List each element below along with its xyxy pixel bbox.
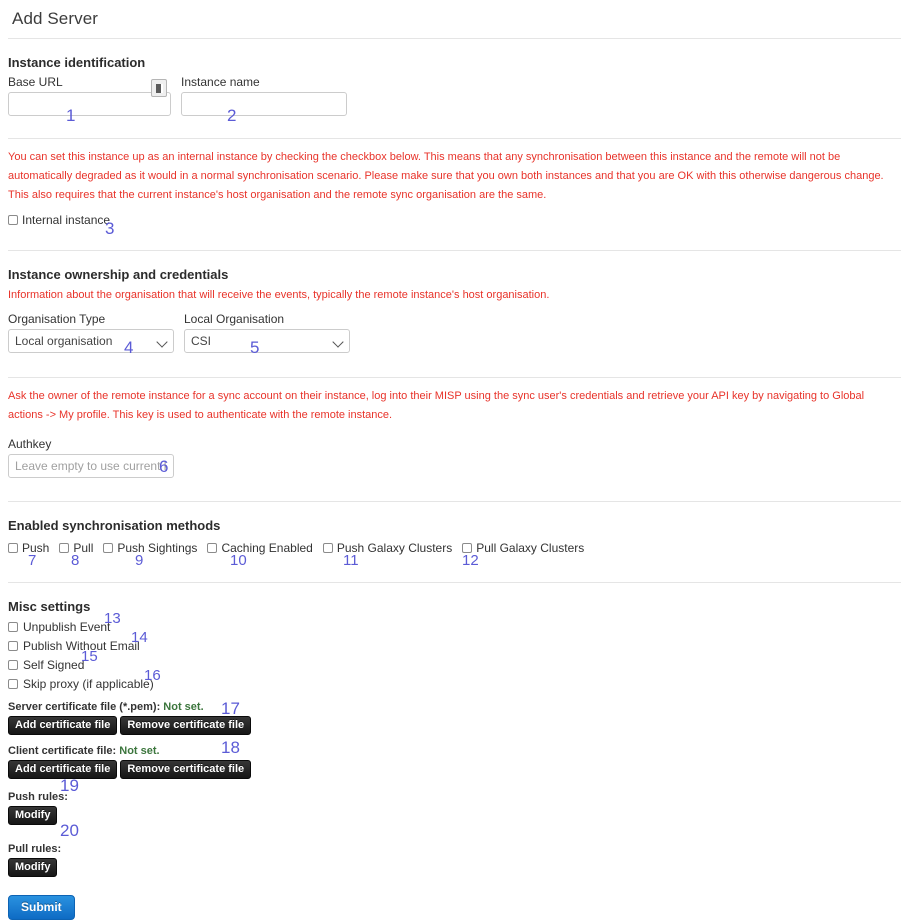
client-certificate-label: Client certificate file: [8, 745, 117, 757]
push-checkbox[interactable] [8, 543, 18, 553]
skip-proxy-checkbox[interactable] [8, 679, 18, 689]
submit-button[interactable]: Submit [8, 895, 75, 920]
remove-client-certificate-button[interactable]: Remove certificate file [120, 760, 252, 779]
org-type-select[interactable]: Local organisation [8, 329, 174, 353]
ownership-fields: Organisation Type Local organisation Loc… [8, 312, 901, 353]
sync-checkbox-item-pull-galaxy-clusters[interactable]: Pull Galaxy Clusters [462, 541, 584, 555]
sync-methods-row: Push Pull Push Sightings Caching Enabled… [8, 541, 901, 555]
divider-identification [8, 138, 901, 139]
server-certificate-buttons: Add certificate file Remove certificate … [8, 716, 901, 735]
pull-rules-buttons: Modify [8, 858, 901, 877]
client-certificate-status: Not set. [119, 745, 160, 757]
page-title: Add Server [12, 9, 99, 28]
authkey-label: Authkey [8, 437, 52, 451]
section-title-misc: Misc settings [8, 599, 91, 614]
internal-instance-note: You can set this instance up as an inter… [8, 151, 884, 201]
divider-title [8, 38, 901, 39]
server-certificate-label: Server certificate file (*.pem): [8, 701, 161, 713]
misc-checkbox-item-unpublish-event[interactable]: Unpublish Event [8, 620, 901, 634]
add-server-certificate-button[interactable]: Add certificate file [8, 716, 118, 735]
instance-name-input[interactable] [181, 92, 347, 116]
org-type-label: Organisation Type [8, 312, 106, 326]
instance-name-group: Instance name [181, 75, 347, 116]
publish-without-email-label: Publish Without Email [23, 639, 140, 653]
org-type-group: Organisation Type Local organisation [8, 312, 174, 353]
authkey-note: Ask the owner of the remote instance for… [8, 390, 865, 421]
sync-checkbox-item-push[interactable]: Push [8, 541, 49, 555]
pull-checkbox[interactable] [59, 543, 70, 553]
push-label: Push [22, 541, 50, 555]
misc-checkbox-item-self-signed[interactable]: Self Signed [8, 658, 901, 672]
add-client-certificate-button[interactable]: Add certificate file [8, 760, 118, 779]
caching-enabled-checkbox[interactable] [207, 543, 218, 553]
pull-label: Pull [73, 541, 94, 555]
publish-without-email-checkbox[interactable] [8, 641, 18, 651]
section-title-sync-methods: Enabled synchronisation methods [8, 518, 221, 533]
section-title-ownership: Instance ownership and credentials [8, 267, 229, 282]
push-rules-buttons: Modify [8, 806, 901, 825]
sync-checkbox-item-push-sightings[interactable]: Push Sightings [103, 541, 197, 555]
pull-galaxy-clusters-checkbox[interactable] [462, 543, 473, 553]
unpublish-event-label: Unpublish Event [23, 620, 111, 634]
internal-instance-checkbox-item[interactable]: Internal instance [8, 213, 110, 227]
pull-galaxy-clusters-label: Pull Galaxy Clusters [476, 541, 585, 555]
divider-ownership [8, 377, 901, 378]
local-org-group: Local Organisation CSI [184, 312, 350, 353]
client-certificate-buttons: Add certificate file Remove certificate … [8, 760, 901, 779]
divider-sync-methods [8, 582, 901, 583]
local-org-select[interactable]: CSI [184, 329, 350, 353]
password-manager-icon[interactable] [151, 79, 167, 97]
divider-internal [8, 250, 901, 251]
pull-rules-modify-button[interactable]: Modify [8, 858, 58, 877]
skip-proxy-label: Skip proxy (if applicable) [23, 677, 154, 691]
identification-fields: Base URL Instance name [8, 75, 901, 116]
push-rules-label: Push rules: [8, 791, 68, 803]
push-galaxy-clusters-checkbox[interactable] [322, 543, 333, 553]
add-server-page: Add Server Instance identification Base … [0, 8, 909, 920]
unpublish-event-checkbox[interactable] [8, 622, 18, 632]
server-certificate-status: Not set. [163, 701, 204, 713]
misc-checkbox-item-skip-proxy[interactable]: Skip proxy (if applicable) [8, 677, 901, 691]
sync-checkbox-item-pull[interactable]: Pull [59, 541, 93, 555]
client-certificate-status-line: Client certificate file: Not set. [8, 744, 901, 758]
push-rules-modify-button[interactable]: Modify [8, 806, 58, 825]
sync-checkbox-item-caching-enabled[interactable]: Caching Enabled [207, 541, 313, 555]
self-signed-label: Self Signed [23, 658, 85, 672]
push-sightings-checkbox[interactable] [103, 543, 114, 553]
base-url-group: Base URL [8, 75, 171, 116]
authkey-input[interactable] [8, 454, 174, 478]
push-galaxy-clusters-label: Push Galaxy Clusters [336, 541, 453, 555]
ownership-note: Information about the organisation that … [8, 289, 550, 301]
internal-instance-label: Internal instance [22, 213, 111, 227]
local-org-select-wrap[interactable]: CSI [184, 329, 350, 353]
server-certificate-status-line: Server certificate file (*.pem): Not set… [8, 700, 901, 714]
local-org-label: Local Organisation [184, 312, 285, 326]
sync-checkbox-item-push-galaxy-clusters[interactable]: Push Galaxy Clusters [322, 541, 453, 555]
base-url-label: Base URL [8, 75, 63, 89]
internal-instance-checkbox[interactable] [8, 215, 18, 225]
pull-rules-label: Pull rules: [8, 843, 62, 855]
instance-name-label: Instance name [181, 75, 260, 89]
self-signed-checkbox[interactable] [8, 660, 18, 670]
push-sightings-label: Push Sightings [117, 541, 198, 555]
base-url-input[interactable] [8, 92, 171, 116]
misc-checkbox-item-publish-without-email[interactable]: Publish Without Email [8, 639, 901, 653]
divider-authkey [8, 501, 901, 502]
caching-enabled-label: Caching Enabled [221, 541, 313, 555]
remove-server-certificate-button[interactable]: Remove certificate file [120, 716, 252, 735]
org-type-select-wrap[interactable]: Local organisation [8, 329, 174, 353]
section-title-identification: Instance identification [8, 55, 146, 70]
